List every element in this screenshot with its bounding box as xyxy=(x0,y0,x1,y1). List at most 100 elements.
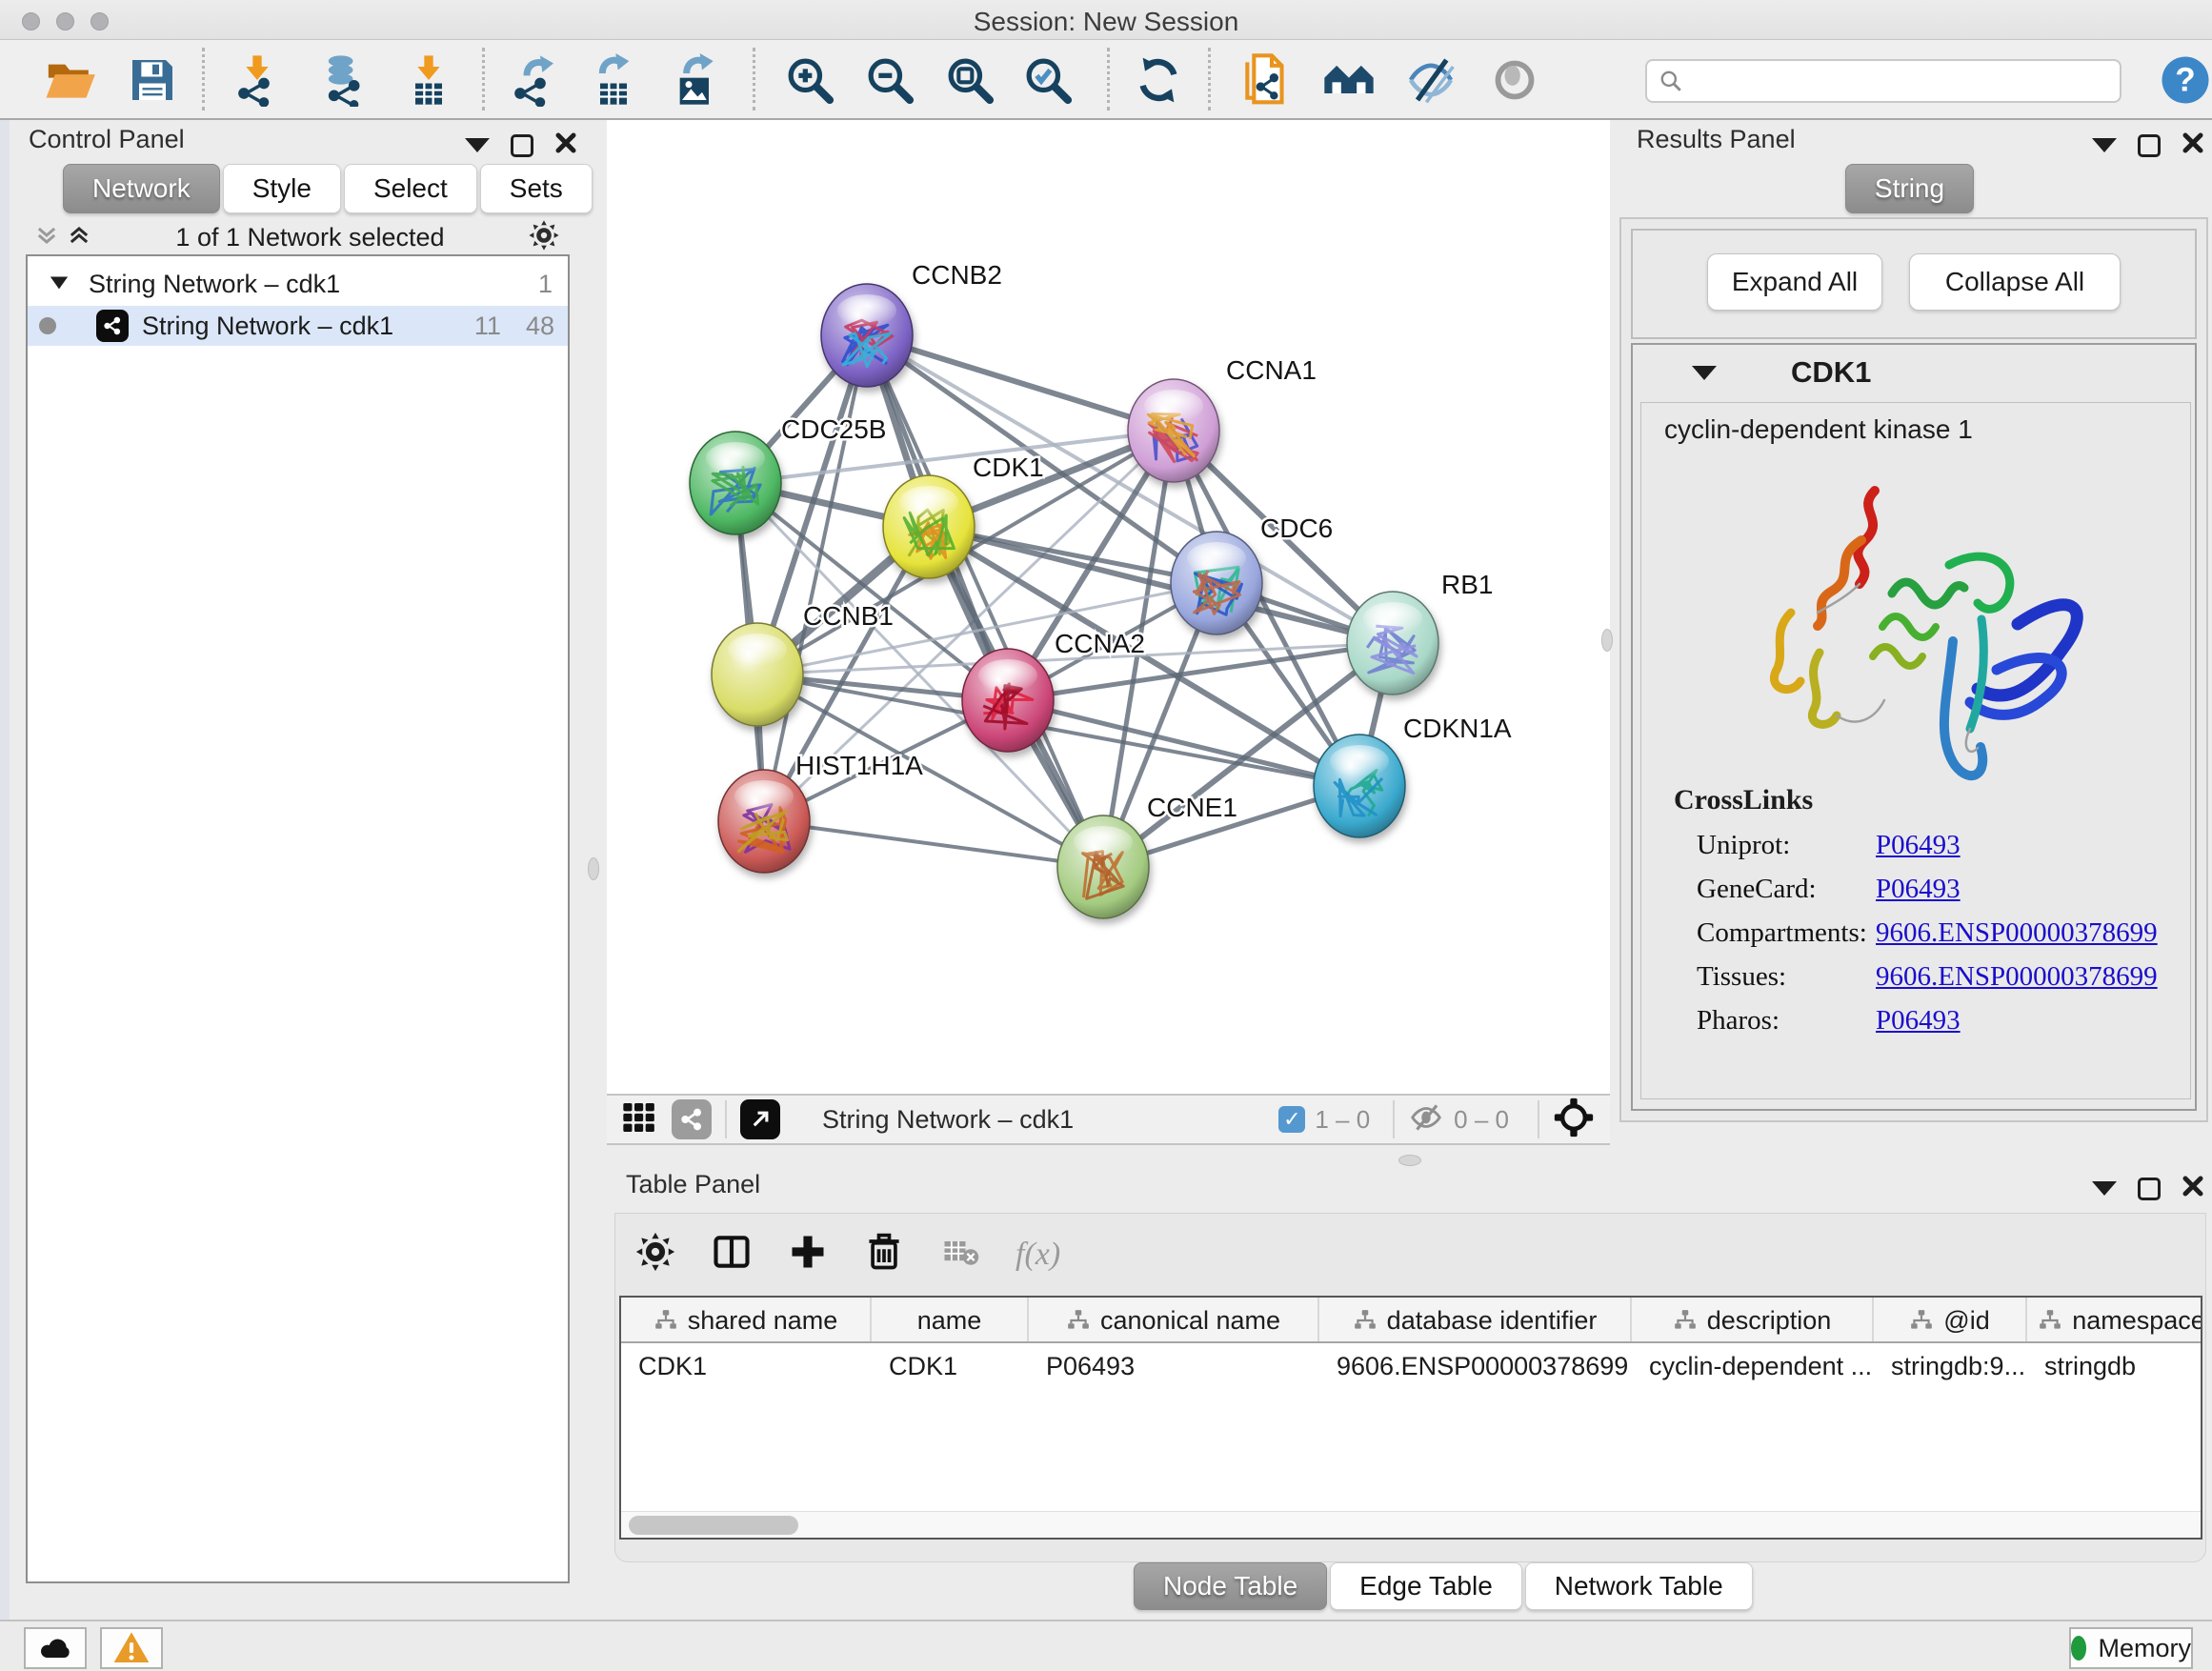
crosslink-row-uniprot-: Uniprot:P06493 xyxy=(1697,830,2173,874)
tab-string[interactable]: String xyxy=(1845,164,1974,213)
eye-icon[interactable] xyxy=(1484,50,1545,111)
delete-column-trash-icon[interactable] xyxy=(863,1231,905,1278)
crosslink-value-link[interactable]: P06493 xyxy=(1876,830,1961,860)
network-selection-row: 1 of 1 Network selected xyxy=(26,220,570,254)
export-table-icon[interactable] xyxy=(583,50,644,111)
gear-icon[interactable] xyxy=(528,219,560,256)
column-header-@id[interactable]: @id xyxy=(1874,1298,2027,1343)
column-label: canonical name xyxy=(1100,1306,1280,1336)
results-panel-menu-icon[interactable] xyxy=(2092,138,2117,152)
network-node-CDC6[interactable] xyxy=(1171,532,1262,634)
help-icon[interactable]: ? xyxy=(2155,50,2212,111)
column-header-shared-name[interactable]: shared name xyxy=(621,1298,872,1343)
network-node-RB1[interactable] xyxy=(1347,592,1438,695)
network-node-CCNE1[interactable] xyxy=(1057,815,1149,918)
tab-network[interactable]: Network xyxy=(63,164,220,213)
tab-network-table[interactable]: Network Table xyxy=(1525,1562,1753,1610)
crosslink-value-link[interactable]: 9606.ENSP00000378699 xyxy=(1876,961,2158,992)
network-node-CDK1[interactable] xyxy=(883,475,975,578)
expand-all-chevrons-icon[interactable] xyxy=(66,222,92,253)
network-node-CDKN1A[interactable] xyxy=(1314,735,1405,837)
import-table-icon[interactable] xyxy=(398,50,459,111)
crosslinks-title: CrossLinks xyxy=(1674,784,1813,816)
tree-expander-icon[interactable] xyxy=(49,270,70,299)
network-node-CCNA1[interactable] xyxy=(1128,379,1219,482)
cloud-button[interactable] xyxy=(24,1627,87,1669)
table-gear-icon[interactable] xyxy=(634,1231,676,1278)
network-row-selected[interactable]: String Network – cdk1 11 48 xyxy=(28,306,568,346)
network-collection-row[interactable]: String Network – cdk1 1 xyxy=(28,264,568,304)
tab-node-table[interactable]: Node Table xyxy=(1134,1562,1327,1610)
splitter-handle-horizontal[interactable] xyxy=(1398,1155,1421,1166)
network-edge-HIST1H1A-CCNE1[interactable] xyxy=(764,821,1103,867)
export-network-icon[interactable] xyxy=(503,50,564,111)
crosshair-move-icon[interactable] xyxy=(1553,1097,1595,1143)
column-tree-icon xyxy=(654,1308,678,1333)
table-panel-menu-icon[interactable] xyxy=(2092,1181,2117,1196)
memory-button[interactable]: Memory xyxy=(2069,1627,2193,1669)
results-panel-close-icon[interactable] xyxy=(2182,131,2204,159)
column-header-name[interactable]: name xyxy=(872,1298,1029,1343)
network-canvas[interactable]: CCNB2CCNA1CDC25BCDK1CDC6RB1CCNB1CCNA2CDK… xyxy=(607,120,1610,1094)
zoom-in-magnifier-icon[interactable] xyxy=(779,50,840,111)
delete-table-icon[interactable] xyxy=(939,1231,981,1278)
table-row[interactable]: CDK1CDK1P064939606.ENSP00000378699cyclin… xyxy=(621,1345,2201,1387)
tab-edge-table[interactable]: Edge Table xyxy=(1330,1562,1522,1610)
table-panel-float-icon[interactable] xyxy=(2138,1178,2161,1200)
gene-description: cyclin-dependent kinase 1 xyxy=(1664,414,1973,445)
import-network-icon[interactable] xyxy=(227,50,288,111)
column-header-canonical-name[interactable]: canonical name xyxy=(1029,1298,1319,1343)
crosslink-value-link[interactable]: 9606.ENSP00000378699 xyxy=(1876,917,2158,948)
zoom-out-magnifier-icon[interactable] xyxy=(859,50,920,111)
scrollbar-thumb[interactable] xyxy=(629,1516,798,1535)
add-column-icon[interactable] xyxy=(787,1231,829,1278)
network-node-HIST1H1A[interactable] xyxy=(718,770,810,873)
column-header-description[interactable]: description xyxy=(1632,1298,1874,1343)
network-edge-CCNB2-HIST1H1A[interactable] xyxy=(764,335,867,821)
warning-button[interactable] xyxy=(100,1627,163,1669)
crosslink-value-link[interactable]: P06493 xyxy=(1876,1005,1961,1036)
zoom-selected-magnifier-icon[interactable] xyxy=(1017,50,1078,111)
birds-eye-view-icon[interactable] xyxy=(672,1099,712,1139)
open-session-folder-icon[interactable] xyxy=(39,50,100,111)
function-builder-icon[interactable]: f(x) xyxy=(1016,1237,1060,1273)
splitter-handle-right[interactable] xyxy=(1601,629,1613,652)
hidden-eye-slash-icon[interactable] xyxy=(1408,1099,1444,1140)
results-panel-title: Results Panel xyxy=(1637,125,1796,154)
tab-sets[interactable]: Sets xyxy=(480,164,593,213)
homes-icon[interactable] xyxy=(1318,50,1379,111)
network-node-CCNB2[interactable] xyxy=(821,284,913,387)
import-network-database-icon[interactable] xyxy=(312,50,373,111)
show-columns-icon[interactable] xyxy=(711,1231,753,1278)
network-node-CCNA2[interactable] xyxy=(962,649,1054,752)
tab-style[interactable]: Style xyxy=(223,164,341,213)
control-panel-menu-icon[interactable] xyxy=(465,138,490,152)
tab-select[interactable]: Select xyxy=(344,164,477,213)
open-in-window-icon[interactable] xyxy=(740,1099,780,1139)
network-node-CCNB1[interactable] xyxy=(712,623,803,726)
splitter-handle-left[interactable] xyxy=(588,857,599,880)
grid-view-icon[interactable] xyxy=(620,1098,658,1141)
results-panel-float-icon[interactable] xyxy=(2138,134,2161,157)
search-input[interactable] xyxy=(1683,67,2093,96)
column-header-namespace[interactable]: namespace xyxy=(2027,1298,2201,1343)
gene-collapse-icon[interactable] xyxy=(1692,366,1717,380)
column-header-database-identifier[interactable]: database identifier xyxy=(1319,1298,1632,1343)
table-panel-close-icon[interactable] xyxy=(2182,1175,2204,1202)
collapse-all-button[interactable]: Collapse All xyxy=(1909,253,2121,311)
control-panel-close-icon[interactable] xyxy=(554,131,577,159)
eye-slash-icon[interactable] xyxy=(1400,50,1461,111)
control-panel-float-icon[interactable] xyxy=(511,134,533,157)
collapse-all-chevrons-icon[interactable] xyxy=(33,222,60,253)
zoom-fit-magnifier-icon[interactable] xyxy=(939,50,1000,111)
crosslink-value-link[interactable]: P06493 xyxy=(1876,874,1961,904)
network-edge-CCNB2-CCNA1[interactable] xyxy=(867,335,1174,431)
network-node-CDC25B[interactable] xyxy=(690,432,781,534)
refresh-icon[interactable] xyxy=(1128,50,1189,111)
selected-checkbox[interactable]: ✓ xyxy=(1278,1106,1305,1133)
document-network-icon[interactable] xyxy=(1235,50,1296,111)
save-session-floppy-icon[interactable] xyxy=(122,50,183,111)
export-image-icon[interactable] xyxy=(665,50,726,111)
expand-all-button[interactable]: Expand All xyxy=(1707,253,1882,311)
protein-structure-image xyxy=(1732,453,2103,795)
